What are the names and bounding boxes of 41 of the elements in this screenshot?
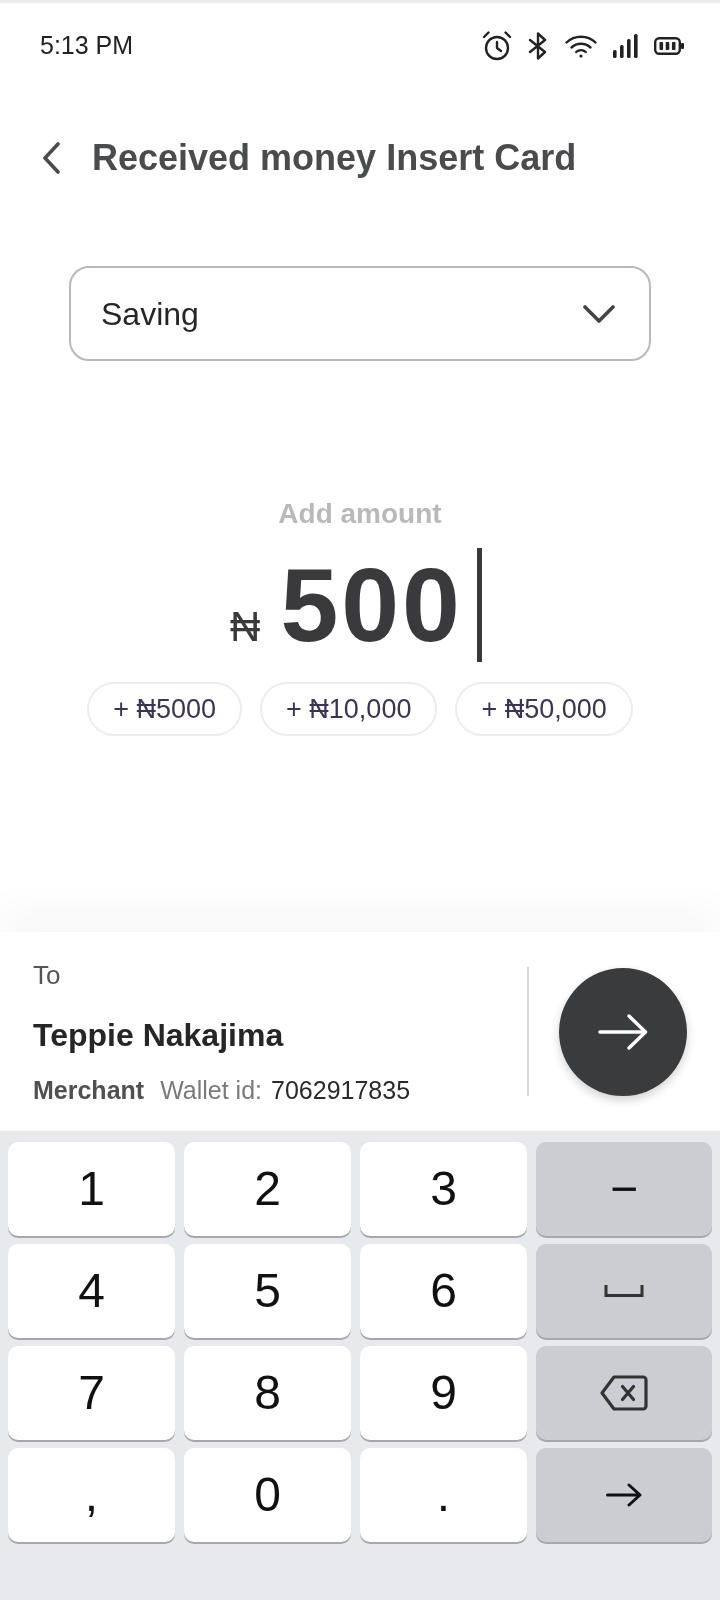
space-bar-icon bbox=[604, 1285, 644, 1297]
arrow-right-icon bbox=[598, 1013, 648, 1050]
bluetooth-icon bbox=[528, 31, 549, 60]
keyboard-key[interactable]: 8 bbox=[184, 1346, 351, 1440]
chevron-down-icon bbox=[583, 304, 615, 323]
keyboard-key[interactable]: 6 bbox=[360, 1244, 527, 1338]
text-cursor-icon bbox=[476, 548, 482, 662]
wifi-icon bbox=[565, 33, 597, 58]
keyboard-key[interactable]: 5 bbox=[184, 1244, 351, 1338]
keyboard-key[interactable]: 1 bbox=[8, 1142, 175, 1236]
back-button[interactable] bbox=[42, 142, 60, 174]
keyboard-key[interactable]: 9 bbox=[360, 1346, 527, 1440]
keyboard-key[interactable]: 3 bbox=[360, 1142, 527, 1236]
amount-input[interactable]: 500 bbox=[280, 553, 463, 657]
backspace-key[interactable] bbox=[536, 1346, 712, 1440]
account-dropdown[interactable]: Saving bbox=[69, 266, 651, 361]
keyboard-key[interactable]: − bbox=[536, 1142, 712, 1236]
quick-amount-button[interactable]: + ₦5000 bbox=[87, 682, 243, 736]
recipient-label: To bbox=[33, 958, 61, 991]
currency-symbol: ₦ bbox=[230, 606, 261, 648]
keyboard-key[interactable]: 2 bbox=[184, 1142, 351, 1236]
page-title: Received money Insert Card bbox=[92, 136, 577, 180]
status-time: 5:13 PM bbox=[40, 29, 134, 61]
wallet-id: 7062917835 bbox=[271, 1074, 411, 1105]
signal-bars-icon bbox=[613, 33, 638, 58]
keyboard-key[interactable]: 0 bbox=[184, 1448, 351, 1542]
recipient-type: Merchant bbox=[33, 1074, 145, 1105]
recipient-name: Teppie Nakajima bbox=[33, 1015, 284, 1055]
chevron-left-icon bbox=[42, 142, 60, 174]
keyboard-key[interactable]: 4 bbox=[8, 1244, 175, 1338]
alarm-clock-icon bbox=[482, 30, 512, 61]
keyboard-key[interactable]: 7 bbox=[8, 1346, 175, 1440]
backspace-icon bbox=[600, 1375, 648, 1411]
wallet-id-label: Wallet id: bbox=[160, 1074, 263, 1105]
keyboard-key[interactable]: . bbox=[360, 1448, 527, 1542]
quick-amount-button[interactable]: + ₦10,000 bbox=[260, 682, 438, 736]
battery-icon bbox=[654, 36, 684, 55]
amount-label: Add amount bbox=[278, 500, 442, 528]
arrow-right-icon bbox=[606, 1483, 642, 1507]
keyboard-key[interactable]: , bbox=[8, 1448, 175, 1542]
quick-amount-button[interactable]: + ₦50,000 bbox=[455, 682, 633, 736]
